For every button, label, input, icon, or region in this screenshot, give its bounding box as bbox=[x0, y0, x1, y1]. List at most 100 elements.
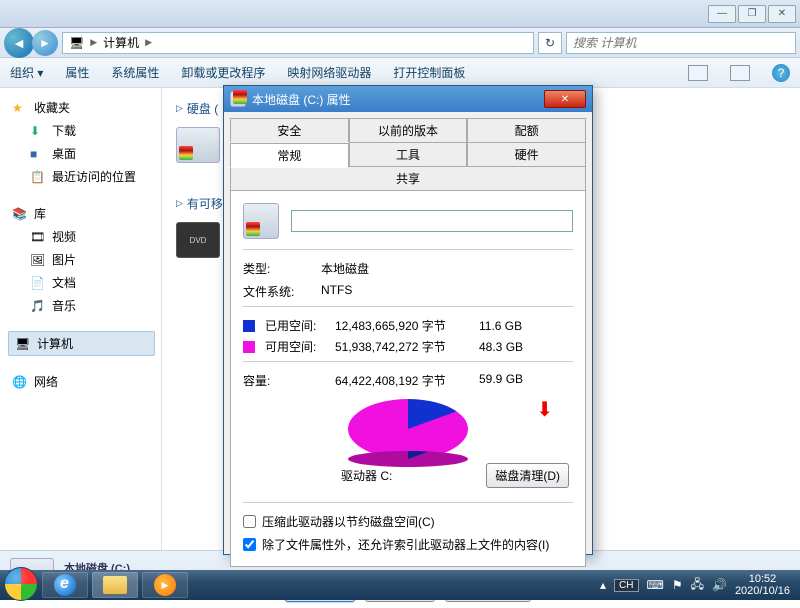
fs-label: 文件系统: bbox=[243, 283, 313, 300]
chevron-right-icon: ▶ bbox=[145, 37, 152, 48]
sidebar-downloads[interactable]: ⬇下载 bbox=[8, 119, 161, 142]
capacity-gb: 59.9 GB bbox=[479, 372, 539, 389]
used-gb: 11.6 GB bbox=[479, 319, 539, 333]
help-icon[interactable]: ? bbox=[772, 64, 790, 82]
used-bytes: 12,483,665,920 字节 bbox=[335, 317, 475, 334]
sidebar-videos[interactable]: 🎞视频 bbox=[8, 225, 161, 248]
sidebar-documents[interactable]: 📄文档 bbox=[8, 271, 161, 294]
folder-icon bbox=[103, 576, 127, 594]
breadcrumb[interactable]: 🖥 ▶ 计算机 ▶ bbox=[62, 32, 534, 54]
taskbar-explorer[interactable] bbox=[92, 572, 138, 598]
arrow-down-icon: ⬇ bbox=[536, 397, 553, 422]
navigation-bar: ◄ ► 🖥 ▶ 计算机 ▶ ↻ bbox=[0, 28, 800, 58]
maximize-button[interactable]: ❐ bbox=[738, 5, 766, 23]
keyboard-icon[interactable]: ⌨ bbox=[647, 578, 664, 592]
view-options-button[interactable] bbox=[688, 65, 708, 81]
disk-cleanup-button[interactable]: 磁盘清理(D) bbox=[486, 463, 569, 488]
index-label: 除了文件属性外，还允许索引此驱动器上文件的内容(I) bbox=[262, 536, 549, 553]
sidebar-desktop[interactable]: ■桌面 bbox=[8, 142, 161, 165]
free-color-swatch bbox=[243, 341, 255, 353]
clock-time: 10:52 bbox=[735, 573, 790, 585]
computer-icon: 🖥 bbox=[69, 36, 84, 50]
tray-up-icon[interactable]: ▴ bbox=[600, 578, 606, 592]
nav-sidebar: ★收藏夹 ⬇下载 ■桌面 📋最近访问的位置 📚库 🎞视频 🖼图片 📄文档 🎵音乐… bbox=[0, 88, 162, 550]
window-titlebar: — ❐ ✕ bbox=[0, 0, 800, 28]
volume-icon[interactable]: 🔊 bbox=[712, 578, 727, 592]
tab-general-content: 类型: 本地磁盘 文件系统: NTFS 已用空间: 12,483,665,920… bbox=[230, 191, 586, 567]
tab-quota[interactable]: 配额 bbox=[467, 118, 586, 142]
sidebar-libraries[interactable]: 📚库 bbox=[8, 202, 161, 225]
breadcrumb-computer[interactable]: 计算机 bbox=[103, 34, 139, 51]
refresh-button[interactable]: ↻ bbox=[538, 32, 562, 54]
map-drive-button[interactable]: 映射网络驱动器 bbox=[287, 64, 371, 81]
minimize-button[interactable]: — bbox=[708, 5, 736, 23]
used-color-swatch bbox=[243, 320, 255, 332]
dvd-icon: DVD bbox=[176, 222, 220, 258]
video-icon: 🎞 bbox=[30, 230, 46, 244]
taskbar-media-player[interactable] bbox=[142, 572, 188, 598]
disk-icon bbox=[243, 203, 279, 239]
sidebar-favorites[interactable]: ★收藏夹 bbox=[8, 96, 161, 119]
desktop-icon: ■ bbox=[30, 147, 46, 161]
usage-pie-chart bbox=[348, 399, 468, 459]
compress-label: 压缩此驱动器以节约磁盘空间(C) bbox=[262, 513, 435, 530]
volume-label-input[interactable] bbox=[291, 210, 573, 232]
tab-tools[interactable]: 工具 bbox=[349, 142, 468, 166]
start-button[interactable] bbox=[4, 567, 38, 601]
close-button[interactable]: ✕ bbox=[768, 5, 796, 23]
sidebar-computer[interactable]: 🖥计算机 bbox=[8, 331, 155, 356]
compress-checkbox-row[interactable]: 压缩此驱动器以节约磁盘空间(C) bbox=[243, 513, 573, 530]
sidebar-music[interactable]: 🎵音乐 bbox=[8, 294, 161, 317]
clock-date: 2020/10/16 bbox=[735, 585, 790, 597]
tab-general[interactable]: 常规 bbox=[230, 143, 349, 168]
music-icon: 🎵 bbox=[30, 299, 46, 313]
recent-icon: 📋 bbox=[30, 170, 46, 184]
tab-hardware[interactable]: 硬件 bbox=[467, 142, 586, 166]
system-properties-button[interactable]: 系统属性 bbox=[111, 64, 159, 81]
document-icon: 📄 bbox=[30, 276, 46, 290]
network-icon[interactable]: 🖧 bbox=[691, 575, 704, 596]
media-player-icon bbox=[154, 574, 176, 596]
organize-menu[interactable]: 组织 ▾ bbox=[10, 64, 43, 81]
computer-icon: 🖥 bbox=[15, 337, 31, 351]
capacity-bytes: 64,422,408,192 字节 bbox=[335, 372, 475, 389]
index-checkbox[interactable] bbox=[243, 538, 256, 551]
sidebar-pictures[interactable]: 🖼图片 bbox=[8, 248, 161, 271]
compress-checkbox[interactable] bbox=[243, 515, 256, 528]
tab-sharing[interactable]: 共享 bbox=[230, 166, 586, 190]
uninstall-button[interactable]: 卸载或更改程序 bbox=[181, 64, 265, 81]
ie-icon bbox=[54, 574, 76, 596]
type-label: 类型: bbox=[243, 260, 313, 277]
control-panel-button[interactable]: 打开控制面板 bbox=[393, 64, 465, 81]
properties-button[interactable]: 属性 bbox=[65, 64, 89, 81]
preview-pane-button[interactable] bbox=[730, 65, 750, 81]
sidebar-recent[interactable]: 📋最近访问的位置 bbox=[8, 165, 161, 188]
dialog-titlebar[interactable]: 本地磁盘 (C:) 属性 ✕ bbox=[224, 86, 592, 112]
drive-label: 驱动器 C: bbox=[247, 467, 486, 484]
index-checkbox-row[interactable]: 除了文件属性外，还允许索引此驱动器上文件的内容(I) bbox=[243, 536, 573, 553]
tab-previous-versions[interactable]: 以前的版本 bbox=[349, 118, 468, 142]
free-bytes: 51,938,742,272 字节 bbox=[335, 338, 475, 355]
disk-icon bbox=[230, 91, 246, 107]
sidebar-network[interactable]: 🌐网络 bbox=[8, 370, 161, 393]
search-input[interactable] bbox=[566, 32, 796, 54]
forward-button[interactable]: ► bbox=[32, 30, 58, 56]
tab-bar: 安全 以前的版本 配额 常规 工具 硬件 共享 bbox=[230, 118, 586, 191]
free-gb: 48.3 GB bbox=[479, 340, 539, 354]
taskbar-ie[interactable] bbox=[42, 572, 88, 598]
chevron-right-icon: ▶ bbox=[90, 37, 97, 48]
language-indicator[interactable]: CH bbox=[614, 579, 638, 592]
library-icon: 📚 bbox=[12, 207, 28, 221]
disk-icon bbox=[176, 127, 220, 163]
dialog-title: 本地磁盘 (C:) 属性 bbox=[252, 91, 538, 108]
tab-security[interactable]: 安全 bbox=[230, 118, 349, 142]
properties-dialog: 本地磁盘 (C:) 属性 ✕ 安全 以前的版本 配额 常规 工具 硬件 共享 类… bbox=[223, 85, 593, 555]
star-icon: ★ bbox=[12, 101, 28, 115]
back-button[interactable]: ◄ bbox=[4, 28, 34, 58]
dialog-close-button[interactable]: ✕ bbox=[544, 90, 586, 108]
system-tray: ▴ CH ⌨ ⚑ 🖧 🔊 10:52 2020/10/16 bbox=[600, 573, 796, 597]
fs-value: NTFS bbox=[321, 283, 573, 300]
action-center-icon[interactable]: ⚑ bbox=[672, 578, 683, 592]
taskbar-clock[interactable]: 10:52 2020/10/16 bbox=[735, 573, 790, 597]
toolbar: 组织 ▾ 属性 系统属性 卸载或更改程序 映射网络驱动器 打开控制面板 ? bbox=[0, 58, 800, 88]
